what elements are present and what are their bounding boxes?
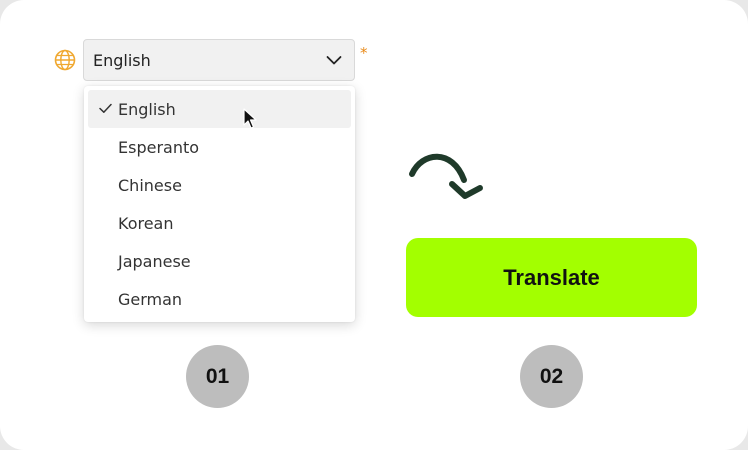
option-japanese[interactable]: Japanese [88, 242, 351, 280]
option-label: Chinese [118, 175, 182, 195]
globe-icon [54, 49, 76, 71]
option-korean[interactable]: Korean [88, 204, 351, 242]
option-english[interactable]: English [88, 90, 351, 128]
language-select-value: English [93, 50, 151, 70]
curved-arrow-icon [409, 153, 483, 199]
translate-button[interactable]: Translate [406, 238, 697, 317]
check-icon [99, 103, 112, 113]
required-asterisk: * [360, 44, 368, 62]
option-esperanto[interactable]: Esperanto [88, 128, 351, 166]
option-label: German [118, 289, 183, 309]
language-select[interactable]: English [83, 39, 355, 81]
option-german[interactable]: German [88, 280, 351, 318]
option-label: Korean [118, 213, 174, 233]
option-label: English [118, 99, 176, 119]
option-chinese[interactable]: Chinese [88, 166, 351, 204]
language-dropdown-menu: English Esperanto Chinese Korean Japanes… [84, 86, 355, 322]
step-badge-1: 01 [186, 345, 249, 408]
option-label: Japanese [118, 251, 191, 271]
chevron-down-icon[interactable] [326, 55, 342, 66]
step-badge-2: 02 [520, 345, 583, 408]
option-label: Esperanto [118, 137, 200, 157]
mouse-cursor-icon [243, 108, 257, 129]
tutorial-card: English * English Esperanto Chinese Kore… [0, 0, 748, 450]
